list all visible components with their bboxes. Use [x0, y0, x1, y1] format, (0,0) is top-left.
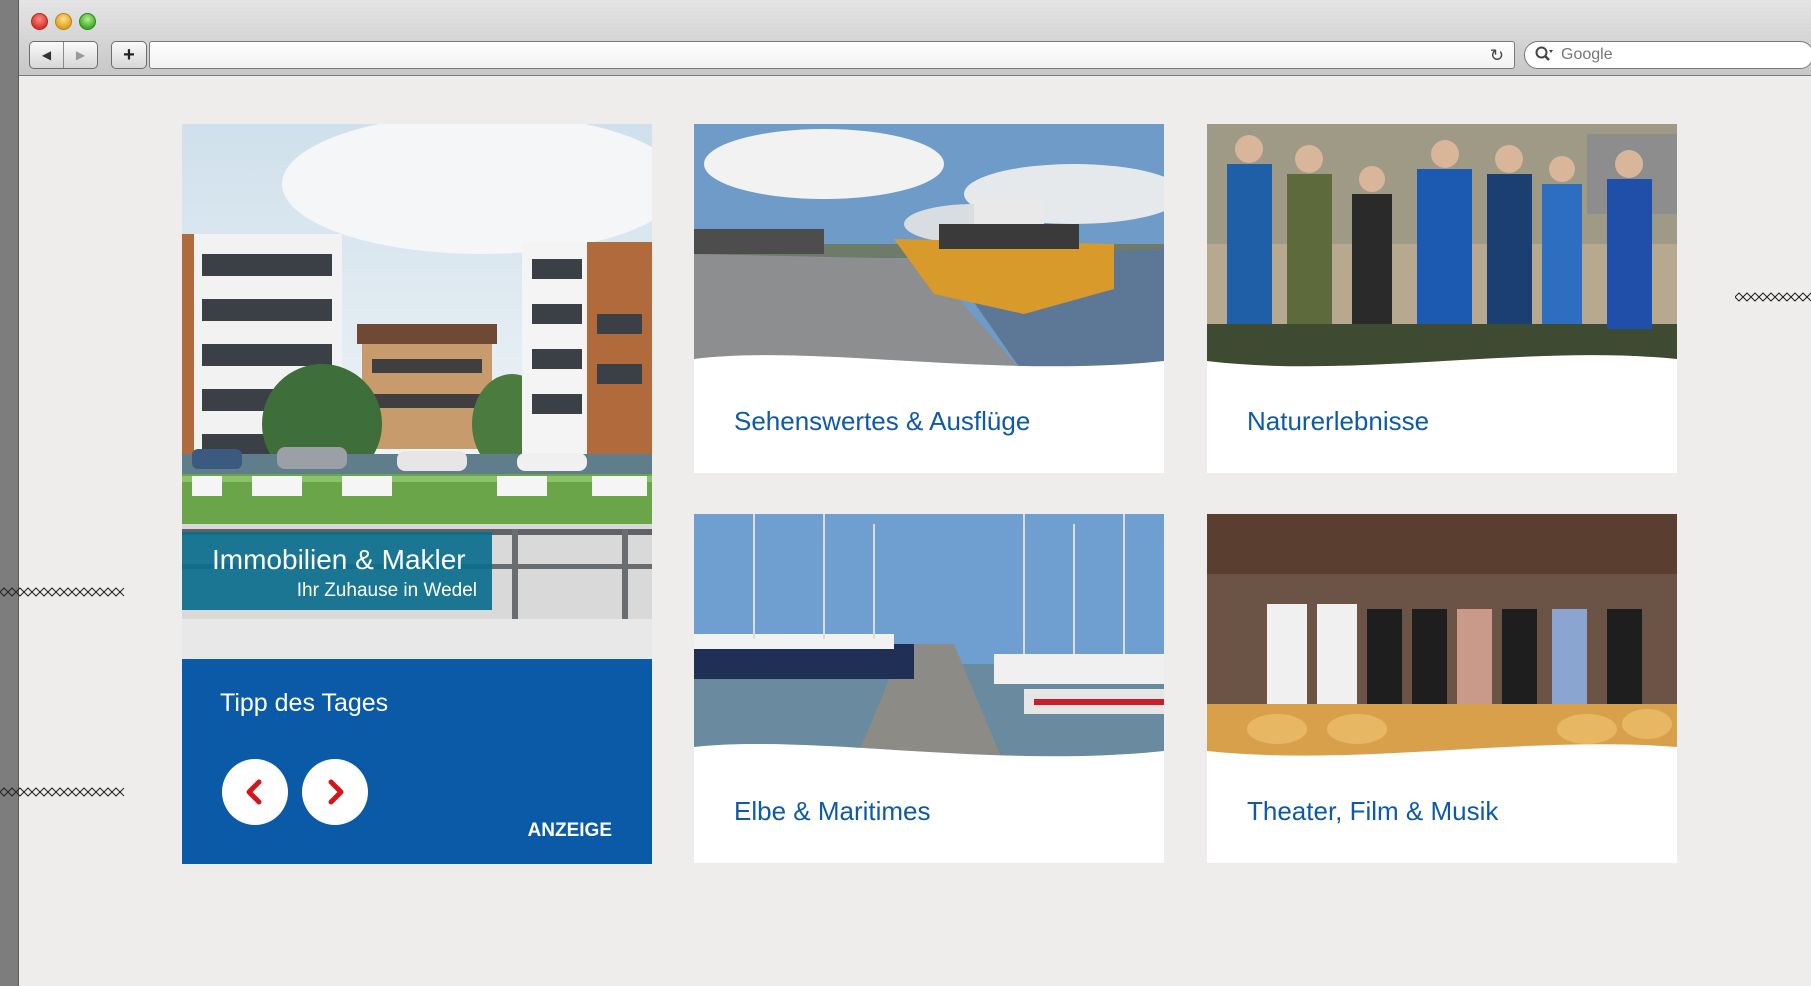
wave-divider	[1207, 355, 1677, 379]
tile-sehenswertes[interactable]: Sehenswertes & Ausflüge	[694, 124, 1164, 473]
tile-theater-film-musik[interactable]: Theater, Film & Musik	[1207, 514, 1677, 863]
tile-elbe-maritimes[interactable]: Elbe & Maritimes	[694, 514, 1164, 863]
wave-divider	[694, 355, 1164, 379]
tipp-panel: Tipp des Tages ANZEIGE	[182, 659, 652, 864]
tile-label: Sehenswertes & Ausflüge	[734, 406, 1031, 436]
zigzag-decoration-right	[1735, 292, 1811, 302]
previous-button[interactable]	[222, 759, 288, 825]
zoom-window-button[interactable]	[79, 13, 96, 30]
forward-icon: ▶	[75, 48, 86, 62]
wave-divider	[1207, 744, 1677, 769]
badge-title: Immobilien & Makler	[212, 544, 466, 575]
photo-choir-group	[1207, 514, 1677, 764]
tile-label: Naturerlebnisse	[1247, 406, 1430, 436]
tile-naturerlebnisse[interactable]: Naturerlebnisse	[1207, 124, 1677, 473]
immobilien-badge[interactable]: Immobilien & Makler Ihr Zuhause in Wedel	[182, 532, 492, 610]
chevron-left-icon	[246, 779, 262, 805]
photo-ship-pier	[694, 124, 1164, 374]
photo-volunteers-group	[1207, 124, 1677, 374]
wave-divider	[694, 744, 1164, 769]
add-bookmark-button[interactable]: +	[111, 41, 147, 69]
search-placeholder: Google	[1561, 46, 1613, 63]
zigzag-decoration-left-2	[0, 787, 125, 797]
history-buttons: ◀ ▶	[29, 41, 98, 69]
forward-button[interactable]: ▶	[63, 42, 97, 68]
minimize-window-button[interactable]	[55, 13, 72, 30]
photo-marina	[694, 514, 1164, 764]
anzeige-label: ANZEIGE	[527, 820, 612, 841]
search-field[interactable]: Google	[1524, 41, 1811, 69]
tile-label: Elbe & Maritimes	[734, 796, 931, 826]
chevron-right-icon	[328, 779, 344, 805]
tipp-title: Tipp des Tages	[220, 689, 389, 717]
search-icon	[1535, 46, 1553, 65]
badge-subtitle: Ihr Zuhause in Wedel	[296, 580, 477, 601]
tile-label: Theater, Film & Musik	[1247, 796, 1499, 826]
plus-icon: +	[123, 43, 135, 66]
close-window-button[interactable]	[31, 13, 48, 30]
browser-toolbar: ◀ ▶ + ↻ Google	[19, 0, 1811, 76]
tipp-des-tages-card[interactable]: Immobilien & Makler Ihr Zuhause in Wedel…	[182, 124, 652, 864]
reload-icon[interactable]: ↻	[1490, 46, 1504, 66]
next-button[interactable]	[302, 759, 368, 825]
page-edge	[0, 0, 18, 986]
back-button[interactable]: ◀	[30, 42, 63, 68]
zigzag-decoration-left-1	[0, 587, 125, 597]
back-icon: ◀	[41, 48, 52, 62]
address-bar[interactable]: ↻	[149, 41, 1515, 69]
